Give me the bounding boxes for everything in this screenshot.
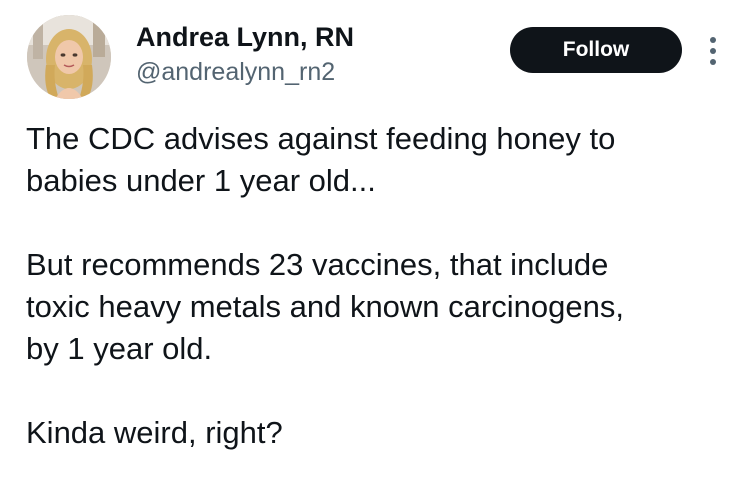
more-vertical-icon — [710, 37, 716, 65]
tweet-card: Andrea Lynn, RN @andrealynn_rn2 Follow T… — [0, 0, 756, 499]
tweet-text: The CDC advises against feeding honey to… — [26, 118, 742, 454]
user-info: Andrea Lynn, RN @andrealynn_rn2 — [136, 20, 354, 88]
profile-photo-icon — [27, 15, 111, 99]
display-name[interactable]: Andrea Lynn, RN — [136, 20, 354, 54]
tweet-paragraph: The CDC advises against feeding honey to… — [26, 121, 616, 198]
tweet-paragraph: Kinda weird, right? — [26, 415, 283, 450]
follow-button[interactable]: Follow — [510, 27, 682, 73]
avatar[interactable] — [27, 15, 111, 99]
tweet-paragraph: But recommends 23 vaccines, that include… — [26, 247, 624, 366]
more-options-button[interactable] — [698, 30, 728, 72]
user-handle[interactable]: @andrealynn_rn2 — [136, 56, 354, 88]
